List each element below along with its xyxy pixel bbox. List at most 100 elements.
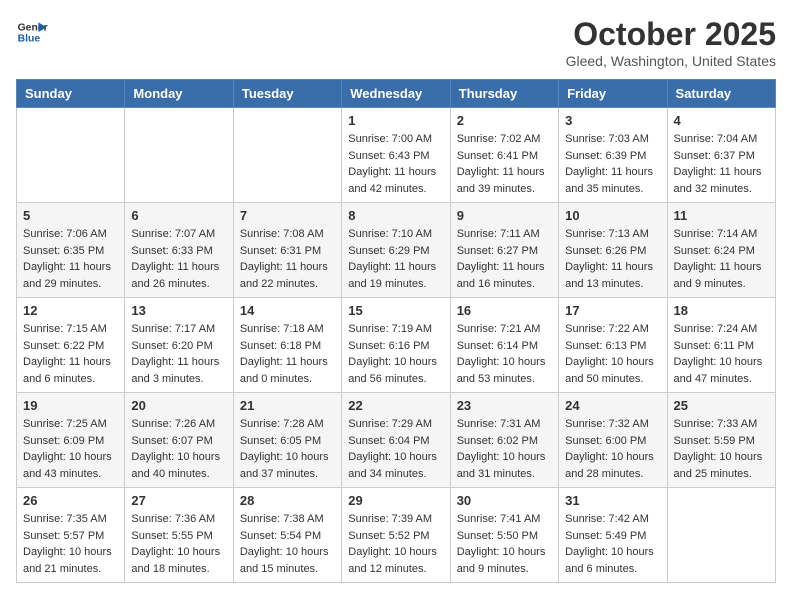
calendar-cell [233,108,341,203]
column-header-saturday: Saturday [667,80,775,108]
calendar-cell: 18 Sunrise: 7:24 AM Sunset: 6:11 PM Dayli… [667,298,775,393]
day-info: Sunrise: 7:07 AM Sunset: 6:33 PM Dayligh… [131,226,226,292]
day-info: Sunrise: 7:15 AM Sunset: 6:22 PM Dayligh… [23,321,118,387]
day-number: 15 [348,303,443,318]
day-info: Sunrise: 7:26 AM Sunset: 6:07 PM Dayligh… [131,416,226,482]
calendar-cell: 23Sunrise: 7:31 AM Sunset: 6:02 PM Dayli… [450,393,558,488]
day-number: 10 [565,208,660,223]
calendar-cell: 5 Sunrise: 7:06 AM Sunset: 6:35 PM Daylig… [17,203,125,298]
calendar-cell: 9 Sunrise: 7:11 AM Sunset: 6:27 PM Daylig… [450,203,558,298]
calendar-cell: 30Sunrise: 7:41 AM Sunset: 5:50 PM Dayli… [450,488,558,583]
calendar-cell: 19 Sunrise: 7:25 AM Sunset: 6:09 PM Dayli… [17,393,125,488]
day-info: Sunrise: 7:42 AM Sunset: 5:49 PM Dayligh… [565,511,660,577]
calendar-cell: 21 Sunrise: 7:28 AM Sunset: 6:05 PM Dayli… [233,393,341,488]
day-number: 29 [348,493,443,508]
calendar-cell: 29 Sunrise: 7:39 AM Sunset: 5:52 PM Dayli… [342,488,450,583]
day-info: Sunrise: 7:38 AM Sunset: 5:54 PM Dayligh… [240,511,335,577]
day-number: 1 [348,113,443,128]
location-label: Gleed, Washington, United States [566,53,776,69]
day-info: Sunrise: 7:29 AM Sunset: 6:04 PM Dayligh… [348,416,443,482]
title-area: October 2025 Gleed, Washington, United S… [566,16,776,69]
day-number: 8 [348,208,443,223]
month-title: October 2025 [566,16,776,53]
calendar-cell: 7 Sunrise: 7:08 AM Sunset: 6:31 PM Daylig… [233,203,341,298]
day-info: Sunrise: 7:32 AM Sunset: 6:00 PM Dayligh… [565,416,660,482]
day-info: Sunrise: 7:10 AM Sunset: 6:29 PM Dayligh… [348,226,443,292]
day-number: 7 [240,208,335,223]
calendar-header-row: SundayMondayTuesdayWednesdayThursdayFrid… [17,80,776,108]
day-number: 25 [674,398,769,413]
day-number: 18 [674,303,769,318]
page-header: General Blue October 2025 Gleed, Washing… [16,16,776,69]
day-info: Sunrise: 7:21 AM Sunset: 6:14 PM Dayligh… [457,321,552,387]
calendar-cell: 6 Sunrise: 7:07 AM Sunset: 6:33 PM Daylig… [125,203,233,298]
day-number: 14 [240,303,335,318]
day-number: 3 [565,113,660,128]
calendar-cell: 10Sunrise: 7:13 AM Sunset: 6:26 PM Dayli… [559,203,667,298]
calendar-cell: 17Sunrise: 7:22 AM Sunset: 6:13 PM Dayli… [559,298,667,393]
day-number: 19 [23,398,118,413]
calendar-cell [17,108,125,203]
day-number: 31 [565,493,660,508]
day-number: 20 [131,398,226,413]
calendar-cell: 4 Sunrise: 7:04 AM Sunset: 6:37 PM Daylig… [667,108,775,203]
day-info: Sunrise: 7:17 AM Sunset: 6:20 PM Dayligh… [131,321,226,387]
day-number: 5 [23,208,118,223]
calendar-cell: 26 Sunrise: 7:35 AM Sunset: 5:57 PM Dayli… [17,488,125,583]
svg-text:Blue: Blue [18,34,41,45]
calendar-cell: 24Sunrise: 7:32 AM Sunset: 6:00 PM Dayli… [559,393,667,488]
day-info: Sunrise: 7:22 AM Sunset: 6:13 PM Dayligh… [565,321,660,387]
column-header-wednesday: Wednesday [342,80,450,108]
day-info: Sunrise: 7:35 AM Sunset: 5:57 PM Dayligh… [23,511,118,577]
day-info: Sunrise: 7:39 AM Sunset: 5:52 PM Dayligh… [348,511,443,577]
calendar-week-row: 12 Sunrise: 7:15 AM Sunset: 6:22 PM Dayli… [17,298,776,393]
calendar-cell: 2 Sunrise: 7:02 AM Sunset: 6:41 PM Daylig… [450,108,558,203]
calendar-cell: 28Sunrise: 7:38 AM Sunset: 5:54 PM Dayli… [233,488,341,583]
day-info: Sunrise: 7:41 AM Sunset: 5:50 PM Dayligh… [457,511,552,577]
calendar-week-row: 26 Sunrise: 7:35 AM Sunset: 5:57 PM Dayli… [17,488,776,583]
day-number: 6 [131,208,226,223]
day-info: Sunrise: 7:25 AM Sunset: 6:09 PM Dayligh… [23,416,118,482]
calendar-cell [667,488,775,583]
day-number: 26 [23,493,118,508]
calendar-cell [125,108,233,203]
day-number: 12 [23,303,118,318]
calendar-cell: 22 Sunrise: 7:29 AM Sunset: 6:04 PM Dayli… [342,393,450,488]
day-info: Sunrise: 7:08 AM Sunset: 6:31 PM Dayligh… [240,226,335,292]
calendar-week-row: 1 Sunrise: 7:00 AM Sunset: 6:43 PM Daylig… [17,108,776,203]
day-number: 16 [457,303,552,318]
day-number: 21 [240,398,335,413]
day-info: Sunrise: 7:36 AM Sunset: 5:55 PM Dayligh… [131,511,226,577]
day-info: Sunrise: 7:28 AM Sunset: 6:05 PM Dayligh… [240,416,335,482]
day-number: 23 [457,398,552,413]
day-number: 11 [674,208,769,223]
calendar-cell: 3 Sunrise: 7:03 AM Sunset: 6:39 PM Daylig… [559,108,667,203]
day-number: 22 [348,398,443,413]
calendar-week-row: 5 Sunrise: 7:06 AM Sunset: 6:35 PM Daylig… [17,203,776,298]
day-info: Sunrise: 7:18 AM Sunset: 6:18 PM Dayligh… [240,321,335,387]
day-info: Sunrise: 7:11 AM Sunset: 6:27 PM Dayligh… [457,226,552,292]
day-info: Sunrise: 7:24 AM Sunset: 6:11 PM Dayligh… [674,321,769,387]
calendar-cell: 31 Sunrise: 7:42 AM Sunset: 5:49 PM Dayli… [559,488,667,583]
day-number: 4 [674,113,769,128]
calendar-cell: 25Sunrise: 7:33 AM Sunset: 5:59 PM Dayli… [667,393,775,488]
day-number: 13 [131,303,226,318]
day-info: Sunrise: 7:03 AM Sunset: 6:39 PM Dayligh… [565,131,660,197]
column-header-friday: Friday [559,80,667,108]
calendar-cell: 27 Sunrise: 7:36 AM Sunset: 5:55 PM Dayli… [125,488,233,583]
calendar-cell: 20 Sunrise: 7:26 AM Sunset: 6:07 PM Dayli… [125,393,233,488]
day-number: 9 [457,208,552,223]
day-info: Sunrise: 7:00 AM Sunset: 6:43 PM Dayligh… [348,131,443,197]
day-number: 2 [457,113,552,128]
day-info: Sunrise: 7:02 AM Sunset: 6:41 PM Dayligh… [457,131,552,197]
day-info: Sunrise: 7:04 AM Sunset: 6:37 PM Dayligh… [674,131,769,197]
calendar-week-row: 19 Sunrise: 7:25 AM Sunset: 6:09 PM Dayli… [17,393,776,488]
calendar-cell: 11Sunrise: 7:14 AM Sunset: 6:24 PM Dayli… [667,203,775,298]
calendar-cell: 1 Sunrise: 7:00 AM Sunset: 6:43 PM Daylig… [342,108,450,203]
calendar-cell: 15 Sunrise: 7:19 AM Sunset: 6:16 PM Dayli… [342,298,450,393]
day-info: Sunrise: 7:06 AM Sunset: 6:35 PM Dayligh… [23,226,118,292]
day-number: 27 [131,493,226,508]
calendar-cell: 16 Sunrise: 7:21 AM Sunset: 6:14 PM Dayli… [450,298,558,393]
day-info: Sunrise: 7:19 AM Sunset: 6:16 PM Dayligh… [348,321,443,387]
calendar-cell: 8 Sunrise: 7:10 AM Sunset: 6:29 PM Daylig… [342,203,450,298]
